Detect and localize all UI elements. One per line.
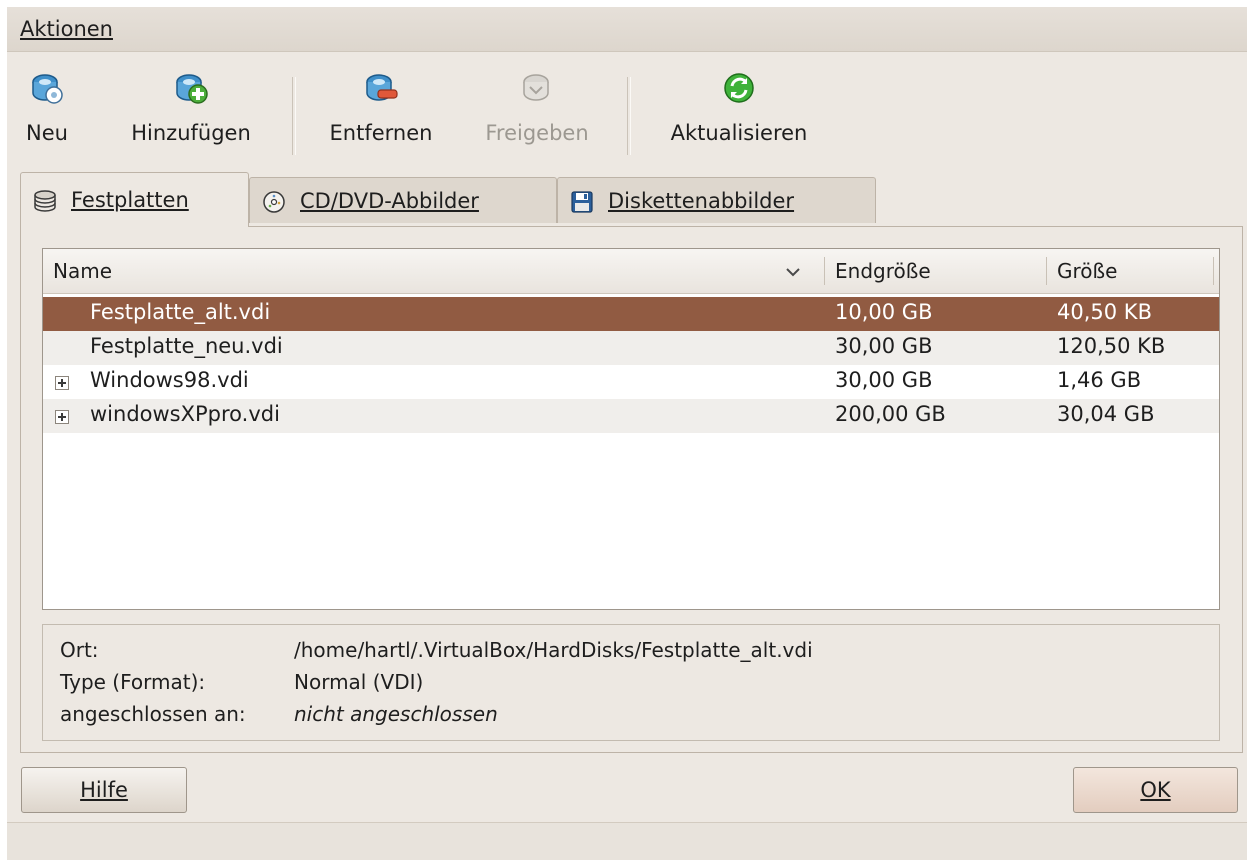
ok-button[interactable]: OK — [1073, 767, 1238, 813]
column-separator — [1213, 257, 1214, 285]
ok-button-label: OK — [1140, 778, 1171, 802]
column-header-name[interactable]: Name — [53, 249, 813, 293]
cd-dvd-icon — [263, 191, 285, 213]
floppy-icon — [571, 191, 593, 213]
row-name: Festplatte_neu.vdi — [90, 334, 283, 358]
refresh-label: Aktualisieren — [670, 121, 808, 145]
expand-toggle[interactable] — [55, 410, 69, 424]
release-button[interactable]: Freigeben — [471, 53, 603, 157]
location-value: /home/hartl/.VirtualBox/HardDisks/Festpl… — [294, 638, 813, 662]
add-label: Hinzufügen — [131, 121, 251, 145]
tab-floppy-label: Diskettenabbilder — [608, 189, 795, 213]
tab-floppy-images[interactable]: Diskettenabbilder — [557, 177, 876, 223]
type-value: Normal (VDI) — [294, 670, 424, 694]
row-size: 30,04 GB — [1057, 402, 1155, 426]
tab-bar: Festplatten CD/DVD-Abbilder Diskettenabb… — [7, 172, 1247, 227]
add-button[interactable]: Hinzufügen — [115, 53, 267, 157]
row-size: 40,50 KB — [1057, 300, 1152, 324]
row-name: Festplatte_alt.vdi — [90, 300, 271, 324]
location-label: Ort: — [60, 638, 99, 662]
release-label: Freigeben — [485, 121, 589, 145]
row-name: windowsXPpro.vdi — [90, 402, 280, 426]
help-button-label: Hilfe — [80, 778, 128, 802]
remove-label: Entfernen — [329, 121, 433, 145]
details-box: Ort: /home/hartl/.VirtualBox/HardDisks/F… — [42, 624, 1220, 741]
help-button[interactable]: Hilfe — [21, 767, 187, 813]
column-header-final-size[interactable]: Endgröße — [835, 249, 1035, 293]
hard-disk-icon — [34, 190, 56, 212]
row-final-size: 30,00 GB — [835, 334, 933, 358]
menu-bar: Aktionen — [7, 7, 1247, 52]
toolbar: Neu Hinzufügen Entfernen Freigeben Aktua… — [7, 53, 1247, 163]
add-disk-icon — [176, 74, 208, 104]
virtual-media-manager-window: Aktionen Neu Hinzufügen Entfernen Freige… — [7, 7, 1247, 860]
remove-button[interactable]: Entfernen — [317, 53, 445, 157]
chevron-down-icon — [786, 268, 800, 277]
row-final-size: 10,00 GB — [835, 300, 933, 324]
row-final-size: 30,00 GB — [835, 368, 933, 392]
status-bar — [7, 822, 1247, 860]
row-name: Windows98.vdi — [90, 368, 249, 392]
new-button[interactable]: Neu — [21, 53, 73, 157]
table-row[interactable]: Festplatte_neu.vdi 30,00 GB 120,50 KB — [43, 331, 1219, 365]
row-size: 120,50 KB — [1057, 334, 1166, 358]
column-separator — [1046, 257, 1047, 285]
row-final-size: 200,00 GB — [835, 402, 946, 426]
tab-hard-disks[interactable]: Festplatten — [20, 172, 249, 227]
column-separator — [824, 257, 825, 285]
release-disk-icon — [523, 74, 549, 101]
hard-disk-list[interactable]: Name Endgröße Größe Festplatte_alt.vdi 1… — [42, 248, 1220, 610]
menu-actions[interactable]: Aktionen — [20, 17, 113, 41]
expand-toggle[interactable] — [55, 376, 69, 390]
table-row[interactable]: Festplatte_alt.vdi 10,00 GB 40,50 KB — [43, 297, 1219, 331]
new-disk-icon — [32, 74, 63, 104]
hard-disks-panel: Name Endgröße Größe Festplatte_alt.vdi 1… — [20, 226, 1243, 753]
refresh-button[interactable]: Aktualisieren — [651, 53, 827, 157]
tab-hard-disks-label: Festplatten — [71, 188, 189, 212]
remove-disk-icon — [366, 74, 398, 101]
refresh-icon — [724, 73, 754, 103]
tab-cd-dvd-images[interactable]: CD/DVD-Abbilder — [249, 177, 557, 223]
attached-value: nicht angeschlossen — [294, 702, 498, 726]
toolbar-separator — [627, 77, 631, 155]
toolbar-separator — [292, 77, 296, 155]
list-header: Name Endgröße Größe — [43, 249, 1219, 294]
attached-label: angeschlossen an: — [60, 702, 246, 726]
table-row[interactable]: windowsXPpro.vdi 200,00 GB 30,04 GB — [43, 399, 1219, 433]
row-size: 1,46 GB — [1057, 368, 1142, 392]
new-label: Neu — [26, 121, 68, 145]
column-header-size[interactable]: Größe — [1057, 249, 1207, 293]
tab-cd-dvd-label: CD/DVD-Abbilder — [300, 189, 479, 213]
table-row[interactable]: Windows98.vdi 30,00 GB 1,46 GB — [43, 365, 1219, 399]
type-label: Type (Format): — [60, 670, 206, 694]
